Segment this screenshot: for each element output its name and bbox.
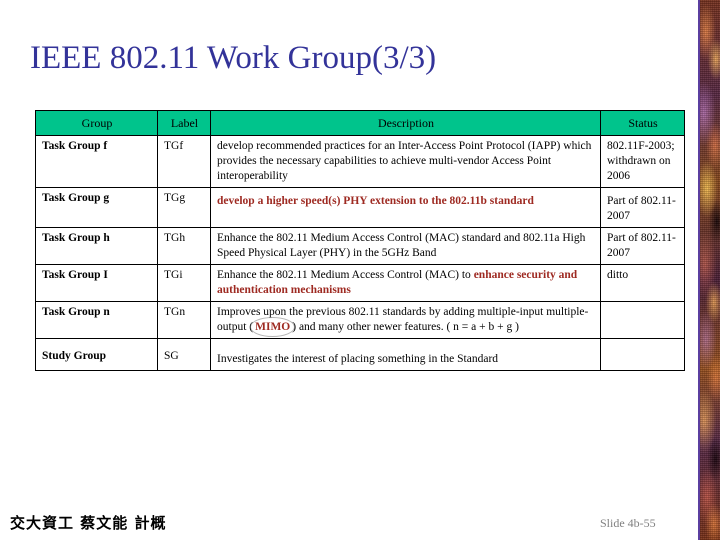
cell-description: Enhance the 802.11 Medium Access Control…: [210, 264, 601, 302]
description-plain: Enhance the 802.11 Medium Access Control…: [217, 269, 471, 281]
cell-description: develop a higher speed(s) PHY extension …: [210, 187, 601, 228]
cell-description: develop recommended practices for an Int…: [210, 135, 601, 188]
decorative-edge-strip: [698, 0, 720, 540]
cell-group: Task Group g: [35, 187, 158, 228]
cell-description: Improves upon the previous 802.11 standa…: [210, 301, 601, 339]
work-group-table: Group Label Description Status Task Grou…: [35, 110, 685, 371]
table-row: Task Group I TGi Enhance the 802.11 Medi…: [35, 264, 685, 302]
cell-group: Study Group: [35, 338, 158, 371]
cell-status: [600, 338, 685, 371]
cell-group: Task Group f: [35, 135, 158, 188]
column-header-description: Description: [210, 110, 601, 136]
cell-label: TGn: [157, 301, 211, 339]
column-header-label: Label: [157, 110, 211, 136]
strip-grain-overlay: [700, 0, 720, 540]
cell-group: Task Group h: [35, 227, 158, 265]
cell-label: TGh: [157, 227, 211, 265]
table-row: Study Group SG Investigates the interest…: [35, 338, 685, 371]
mimo-annotation-ellipse: MIMO: [250, 317, 296, 337]
table-row: Task Group n TGn Improves upon the previ…: [35, 301, 685, 339]
description-highlight: develop a higher speed(s) PHY extension …: [217, 195, 534, 207]
cell-status: Part of 802.11-2007: [600, 187, 685, 228]
slide-canvas: IEEE 802.11 Work Group(3/3) Group Label …: [0, 0, 720, 540]
cell-status: Part of 802.11-2007: [600, 227, 685, 265]
description-circled-text: MIMO: [255, 321, 291, 333]
cell-label: SG: [157, 338, 211, 371]
table-row: Task Group f TGf develop recommended pra…: [35, 135, 685, 188]
table-header-row: Group Label Description Status: [35, 110, 685, 136]
description-text: Investigates the interest of placing som…: [217, 353, 499, 365]
cell-group: Task Group n: [35, 301, 158, 339]
cell-label: TGf: [157, 135, 211, 188]
cell-status: [600, 301, 685, 339]
table-row: Task Group g TGg develop a higher speed(…: [35, 187, 685, 228]
column-header-group: Group: [35, 110, 158, 136]
work-group-table-wrap: Group Label Description Status Task Grou…: [35, 110, 685, 371]
cell-description: Investigates the interest of placing som…: [210, 338, 601, 371]
footer-author: 交大資工 蔡文能 計概: [10, 514, 167, 532]
column-header-status: Status: [600, 110, 685, 136]
cell-description: Enhance the 802.11 Medium Access Control…: [210, 227, 601, 265]
cell-label: TGg: [157, 187, 211, 228]
cell-label: TGi: [157, 264, 211, 302]
description-part2: ) and many other newer features. ( n = a…: [292, 321, 519, 333]
cell-group: Task Group I: [35, 264, 158, 302]
table-row: Task Group h TGh Enhance the 802.11 Medi…: [35, 227, 685, 265]
page-title: IEEE 802.11 Work Group(3/3): [30, 40, 437, 76]
slide-number-footer: Slide 4b-55: [600, 516, 656, 530]
cell-status: 802.11F-2003; withdrawn on 2006: [600, 135, 685, 188]
cell-status: ditto: [600, 264, 685, 302]
